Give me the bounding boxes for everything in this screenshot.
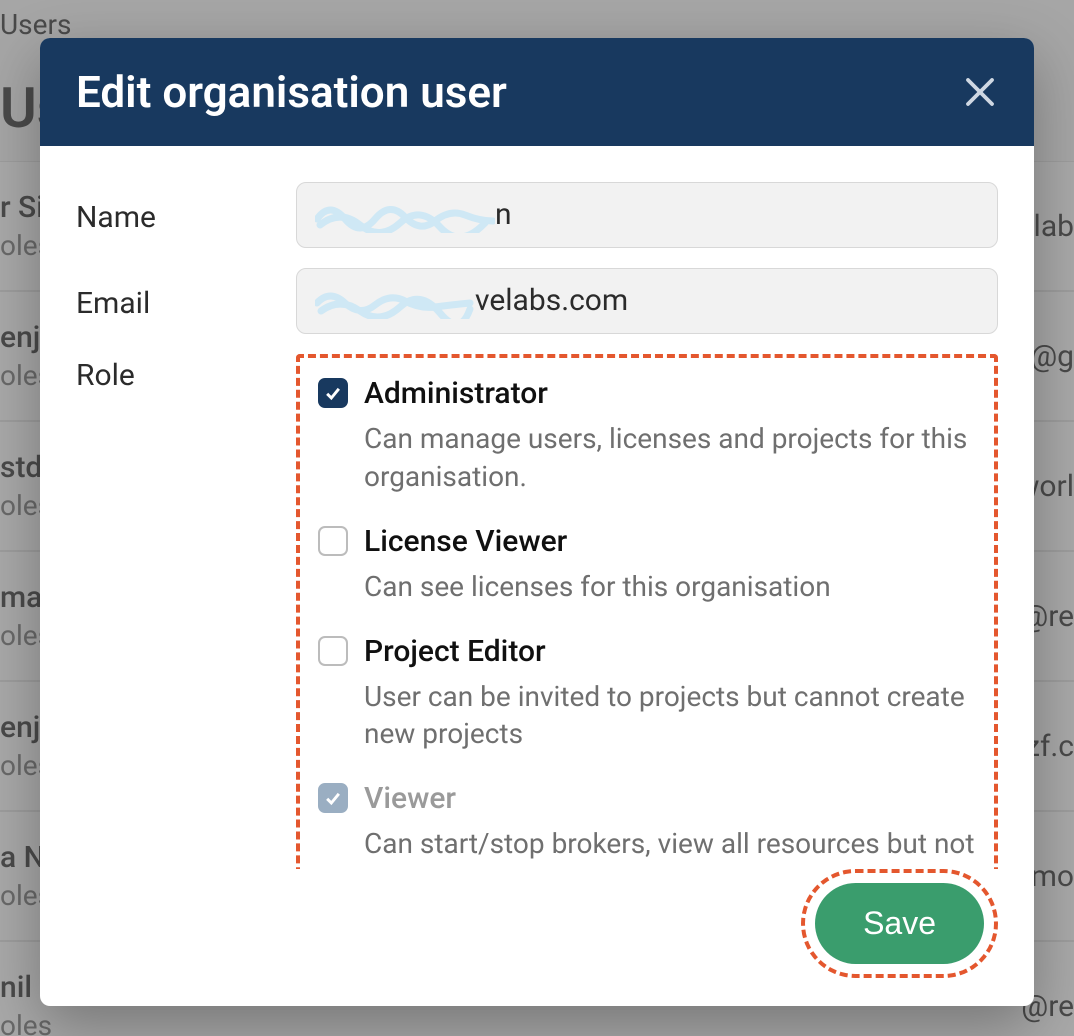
role-text: Project Editor User can be invited to pro… [364, 634, 976, 754]
modal-header: Edit organisation user [40, 38, 1034, 146]
role-checkbox[interactable] [318, 526, 348, 556]
name-row: Name n [76, 182, 998, 248]
role-checkbox[interactable] [318, 378, 348, 408]
role-checkbox[interactable] [318, 636, 348, 666]
email-row: Email velabs.com [76, 268, 998, 334]
role-item: Viewer Can start/stop brokers, view all r… [318, 781, 976, 869]
role-text: Viewer Can start/stop brokers, view all r… [364, 781, 976, 869]
role-description: Can see licenses for this organisation [364, 568, 976, 606]
email-label: Email [76, 282, 276, 321]
role-row: Role Administrator Can manage users, lice… [76, 354, 998, 869]
name-label: Name [76, 196, 276, 235]
name-value-suffix: n [495, 197, 512, 232]
email-value-suffix: velabs.com [475, 283, 628, 318]
redaction-scribble [315, 285, 475, 319]
role-title: Administrator [364, 376, 976, 412]
role-title: Viewer [364, 781, 976, 817]
role-text: License Viewer Can see licenses for this … [364, 524, 976, 606]
close-icon[interactable] [962, 74, 998, 110]
role-item: Administrator Can manage users, licenses … [318, 376, 976, 496]
save-button[interactable]: Save [815, 883, 984, 964]
email-input[interactable]: velabs.com [296, 268, 998, 334]
role-description: Can start/stop brokers, view all resourc… [364, 825, 976, 869]
redaction-scribble [315, 199, 495, 233]
roles-highlight-box: Administrator Can manage users, licenses … [296, 354, 998, 869]
role-title: License Viewer [364, 524, 976, 560]
edit-user-modal: Edit organisation user Name n Email [40, 38, 1034, 1006]
role-item: License Viewer Can see licenses for this … [318, 524, 976, 606]
save-highlight-ring: Save [801, 869, 998, 978]
role-item: Project Editor User can be invited to pro… [318, 634, 976, 754]
role-checkbox [318, 783, 348, 813]
role-description: Can manage users, licenses and projects … [364, 420, 976, 496]
modal-body: Name n Email velabs.com Role [40, 146, 1034, 869]
role-title: Project Editor [364, 634, 976, 670]
name-input[interactable]: n [296, 182, 998, 248]
modal-title: Edit organisation user [76, 66, 507, 118]
role-text: Administrator Can manage users, licenses … [364, 376, 976, 496]
role-label: Role [76, 354, 276, 393]
role-description: User can be invited to projects but cann… [364, 678, 976, 754]
modal-footer: Save [40, 869, 1034, 1006]
